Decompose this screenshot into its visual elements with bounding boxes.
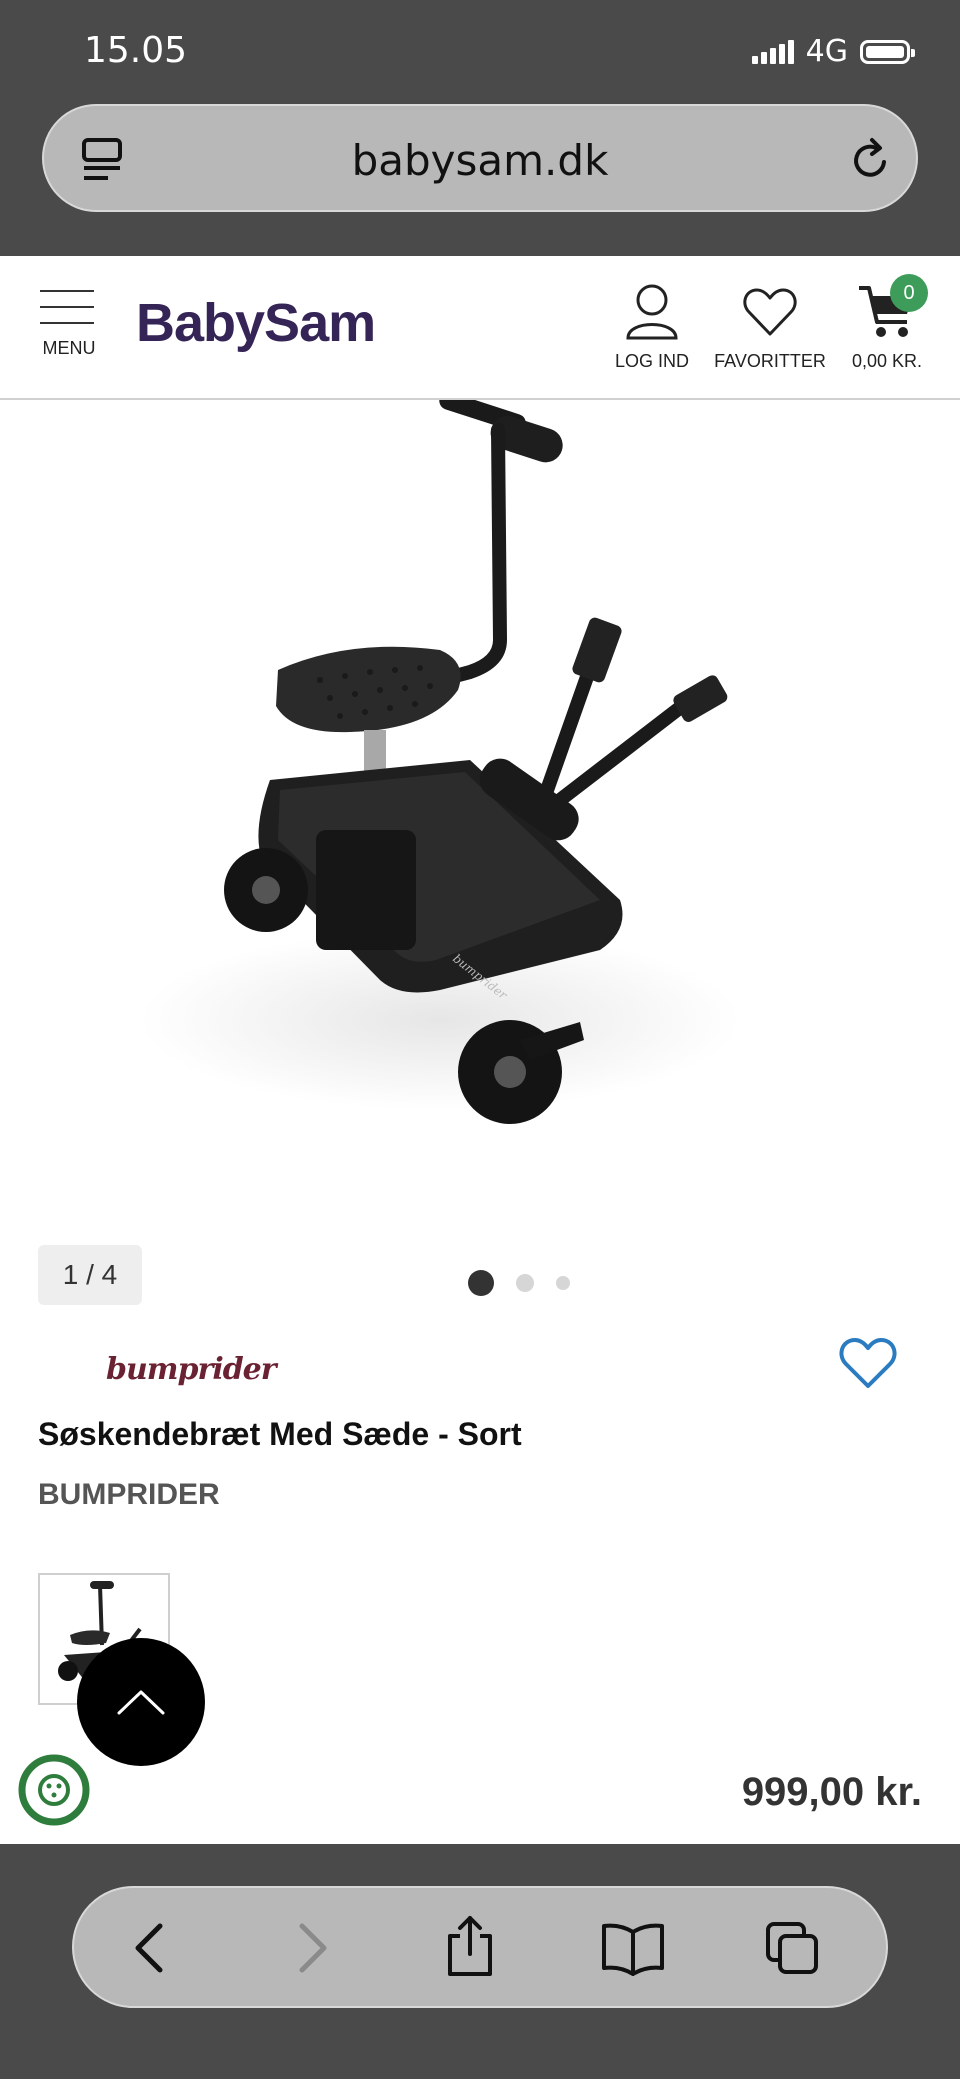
- login-button[interactable]: LOG IND: [614, 282, 690, 372]
- status-time: 15.05: [84, 30, 188, 71]
- address-bar[interactable]: babysam.dk: [42, 104, 918, 212]
- browser-top-chrome: 15.05 4G babysam.dk: [0, 0, 960, 256]
- brand-logo[interactable]: bumprider: [106, 1352, 277, 1387]
- status-indicators: 4G: [751, 34, 915, 69]
- network-type: 4G: [805, 34, 848, 69]
- forward-icon[interactable]: [282, 1920, 338, 1976]
- favorites-button[interactable]: FAVORITTER: [712, 282, 828, 372]
- user-icon: [626, 284, 678, 340]
- favorites-label: FAVORITTER: [714, 351, 826, 371]
- bookmarks-icon[interactable]: [600, 1920, 666, 1976]
- login-label: LOG IND: [614, 351, 689, 371]
- heart-icon: [743, 288, 797, 336]
- site-header: MENU BabySam LOG IND FAVORITTER 0 0,00 K…: [0, 256, 960, 400]
- back-icon[interactable]: [124, 1920, 180, 1976]
- url-text[interactable]: babysam.dk: [44, 136, 916, 185]
- cart-count-badge: 0: [890, 274, 928, 312]
- toolbar-pill: [72, 1886, 888, 2008]
- eco-icon[interactable]: [16, 1752, 92, 1828]
- chevron-up-icon: [117, 1690, 165, 1715]
- menu-icon: [40, 290, 98, 324]
- tabs-icon[interactable]: [764, 1920, 820, 1976]
- browser-bottom-toolbar: [0, 1844, 960, 2079]
- product-brand[interactable]: BUMPRIDER: [38, 1478, 220, 1512]
- cart-button[interactable]: 0 0,00 KR.: [850, 274, 928, 372]
- menu-label: MENU: [42, 338, 96, 358]
- gallery-dot[interactable]: [516, 1274, 534, 1292]
- menu-button[interactable]: MENU: [40, 290, 98, 359]
- product-title: Søskendebræt Med Sæde - Sort: [38, 1416, 522, 1452]
- gallery-dot[interactable]: [556, 1276, 570, 1290]
- gallery-dots: [468, 1270, 570, 1296]
- gallery-counter: 1 / 4: [38, 1245, 142, 1305]
- product-image[interactable]: bumprider: [0, 391, 960, 1220]
- battery-icon: [860, 39, 915, 64]
- share-icon[interactable]: [442, 1914, 498, 1978]
- reload-icon[interactable]: [846, 136, 894, 184]
- signal-icon: [751, 39, 794, 64]
- favorite-heart-icon[interactable]: [838, 1336, 898, 1390]
- product-price: 999,00 kr.: [741, 1770, 922, 1814]
- site-logo[interactable]: BabySam: [136, 292, 376, 354]
- product-photo: bumprider: [140, 391, 740, 1124]
- gallery-dot-active[interactable]: [468, 1270, 494, 1296]
- scroll-to-top-button[interactable]: [77, 1638, 205, 1766]
- cart-total: 0,00 KR.: [851, 351, 923, 371]
